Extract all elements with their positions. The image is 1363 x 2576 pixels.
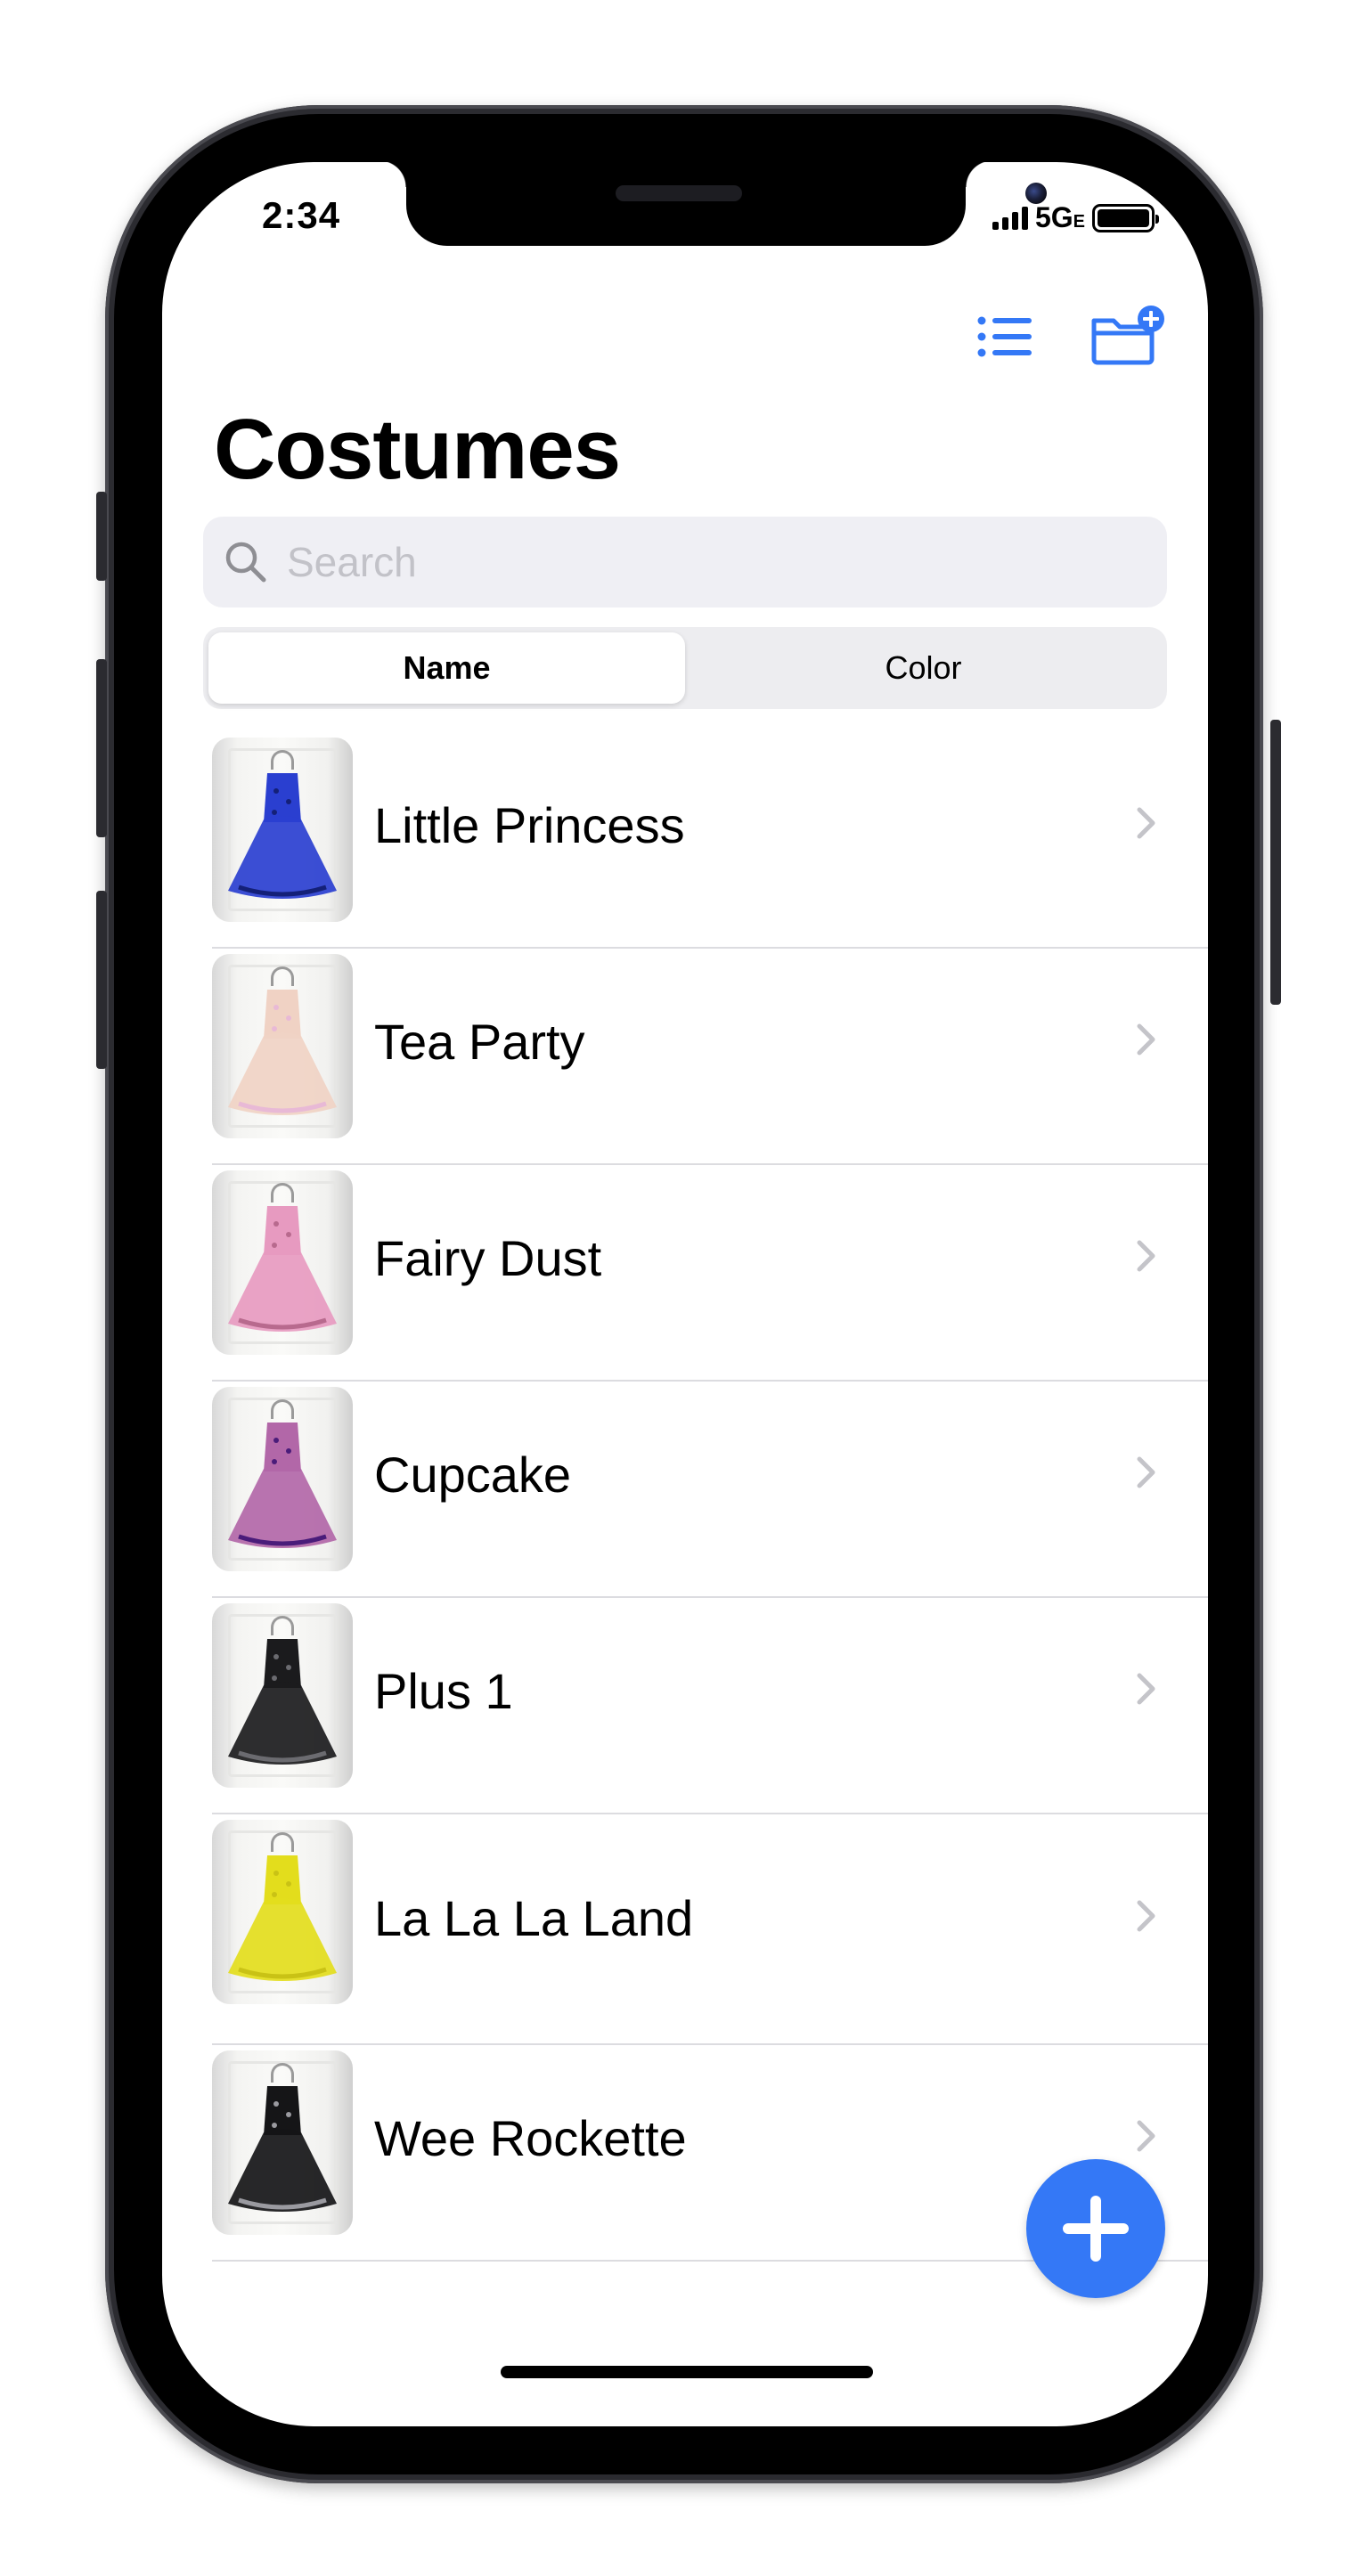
costume-name: Plus 1 [374,1663,513,1719]
costume-thumbnail [212,1603,353,1788]
volume-up-button [96,659,107,837]
page-title: Costumes [214,402,621,497]
network-type: 5GE [1035,201,1085,234]
status-indicators: 5GE [992,201,1159,234]
chevron-right-icon [1135,1022,1158,1057]
costume-thumbnail [212,2050,353,2235]
chevron-right-icon [1135,1898,1158,1934]
costume-name: Fairy Dust [374,1230,602,1286]
power-button [1270,720,1281,1005]
list-bullet-icon[interactable] [969,301,1041,372]
silent-switch [96,492,107,581]
costume-name: Tea Party [374,1014,585,1070]
costume-thumbnail [212,738,353,922]
segment-name[interactable]: Name [208,632,685,704]
battery-icon [1092,203,1159,232]
home-indicator[interactable] [501,2366,873,2378]
costume-row[interactable]: Little Princess [162,732,1208,949]
costume-thumbnail [212,1820,353,2004]
plus-icon [1063,2196,1129,2262]
chevron-right-icon [1135,2118,1158,2154]
costume-name: Cupcake [374,1447,572,1503]
notch [380,162,1047,246]
costume-row[interactable]: Tea Party [162,949,1208,1165]
costume-thumbnail [212,1387,353,1571]
search-input[interactable] [285,537,1087,587]
chevron-right-icon [1135,1671,1158,1707]
volume-down-button [96,891,107,1069]
costume-thumbnail [212,954,353,1138]
costume-name: La La La Land [374,1890,694,1946]
costume-name: Wee Rockette [374,2110,687,2166]
cellular-signal-icon [992,206,1028,230]
chevron-right-icon [1135,805,1158,841]
costume-name: Little Princess [374,797,685,853]
network-label: 5G [1034,201,1073,233]
costume-row[interactable]: Cupcake [162,1382,1208,1598]
search-icon [225,542,266,583]
app-screen: 2:34 5GE Costumes Search Name Color Litt… [162,162,1208,2426]
add-costume-button[interactable] [1026,2159,1165,2298]
status-time: 2:34 [262,194,341,236]
costume-list: Little Princess Tea Party Fairy Dust Cupcak… [162,732,1208,2262]
network-suffix: E [1073,212,1085,232]
segment-color[interactable]: Color [685,632,1162,704]
speaker-grille [616,185,742,201]
costume-row[interactable]: La La La Land [162,1814,1208,2045]
costume-row[interactable]: Plus 1 [162,1598,1208,1814]
chevron-right-icon [1135,1238,1158,1274]
folder-add-icon[interactable] [1089,301,1164,372]
costume-thumbnail [212,1170,353,1355]
sort-segmented-control[interactable]: Name Color [203,627,1167,709]
chevron-right-icon [1135,1455,1158,1490]
costume-row[interactable]: Fairy Dust [162,1165,1208,1382]
search-bar[interactable] [203,517,1167,607]
